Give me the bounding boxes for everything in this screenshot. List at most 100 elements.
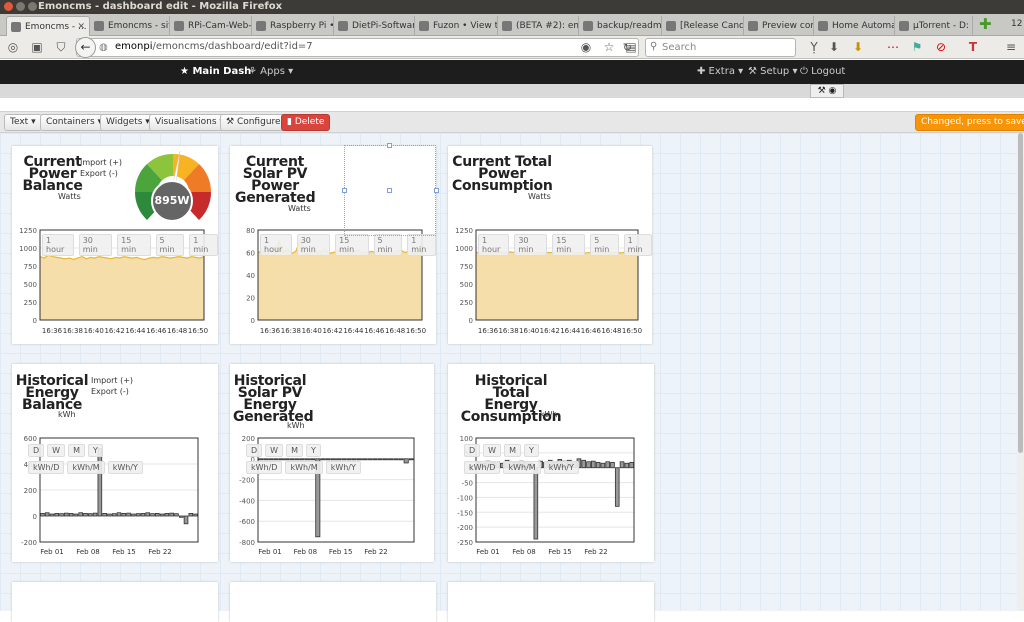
browser-tab[interactable]: Emoncms - site... — [90, 16, 170, 36]
page-scrollbar-thumb[interactable] — [1018, 133, 1023, 453]
period-button[interactable]: M — [504, 444, 521, 457]
window-close-button[interactable] — [4, 2, 13, 11]
text-menu-button[interactable]: Text ▾ — [4, 114, 42, 131]
panel-historical-solar-pv[interactable]: Historical Solar PV Energy Generated kWh -8… — [230, 364, 434, 562]
window-minimize-button[interactable] — [16, 2, 25, 11]
unit-button[interactable]: kWh/D — [246, 461, 283, 474]
range-button[interactable]: 1 hour — [42, 234, 74, 256]
panel-row3-1[interactable] — [12, 582, 218, 622]
window-maximize-button[interactable] — [28, 2, 37, 11]
browser-tab[interactable]: RPi-Cam-Web-I... — [170, 16, 252, 36]
period-button[interactable]: D — [246, 444, 263, 457]
addon-badge-icon[interactable]: ⚑ — [910, 40, 924, 54]
browser-tab[interactable]: µTorrent - D: 4... — [895, 16, 973, 36]
range-button[interactable]: 30 min — [514, 234, 548, 256]
panel-current-power-balance[interactable]: Current Power Balance Watts Import (+) Expo… — [12, 146, 218, 344]
clipboard-icon[interactable]: ▤ — [624, 40, 638, 54]
panel-row3-3[interactable] — [448, 582, 654, 622]
range-button[interactable]: 1 min — [189, 234, 218, 256]
resize-handle[interactable] — [387, 188, 392, 193]
range-button[interactable]: 5 min — [590, 234, 619, 256]
widgets-menu-button[interactable]: Widgets ▾ — [100, 114, 156, 131]
period-button[interactable]: W — [483, 444, 502, 457]
range-button[interactable]: 1 hour — [260, 234, 292, 256]
search-input[interactable]: ⚲ Search — [645, 38, 796, 57]
panel-current-total-power[interactable]: Current Total Power Consumption Watts 0 250… — [448, 146, 652, 344]
chart-heb[interactable]: -2000200400600Feb 01Feb 08Feb 15Feb 22DW… — [12, 434, 218, 562]
adblock-icon[interactable]: ⊘ — [934, 40, 948, 54]
chart-ctpc[interactable]: 0 250 500 750 1000 1250 16:36 16:38 16:40 16:42 16… — [448, 226, 652, 344]
chart-htec[interactable]: -250-200-150-100-50050100Feb 01Feb 08Feb… — [448, 434, 654, 562]
save-button[interactable]: Changed, press to save — [915, 114, 1024, 131]
browser-tab[interactable]: DietPi-Softwar... — [334, 16, 415, 36]
delete-button[interactable]: ▮ Delete — [281, 114, 331, 131]
browser-tab[interactable]: Preview comm... — [744, 16, 814, 36]
period-button[interactable]: W — [265, 444, 284, 457]
period-button[interactable]: D — [464, 444, 481, 457]
unit-button[interactable]: kWh/M — [285, 461, 323, 474]
panel-historical-total-energy[interactable]: Historical Total Energy Consumption kWh -2… — [448, 364, 654, 562]
edit-view-toggle[interactable]: ⚒ ◉ — [810, 84, 844, 98]
period-button[interactable]: D — [28, 444, 45, 457]
containers-menu-button[interactable]: Containers ▾ — [40, 114, 109, 131]
period-button[interactable]: W — [47, 444, 66, 457]
period-button[interactable]: Y — [88, 444, 103, 457]
range-button[interactable]: 15 min — [117, 234, 151, 256]
unit-button[interactable]: kWh/Y — [325, 461, 361, 474]
resize-handle[interactable] — [387, 143, 392, 148]
new-tab-button[interactable]: ✚ — [979, 17, 993, 32]
browser-tab[interactable]: (BETA #2): em... — [498, 16, 579, 36]
nav-apps[interactable]: ⚘ Apps ▾ — [248, 66, 293, 77]
browser-tab[interactable]: Emoncms - ... ✕ — [6, 16, 90, 36]
wrench-icon[interactable]: ⚒ — [818, 86, 826, 96]
chart-cspv[interactable]: 0 20 40 60 80 16:36 16:38 16:40 16:42 16:44 16:46 1… — [230, 226, 436, 344]
nav-main-dash[interactable]: ★ Main Dash — [180, 66, 251, 77]
addon-counter-icon[interactable]: ⋯ — [886, 40, 900, 54]
tab-close-icon[interactable]: ✕ — [77, 17, 85, 36]
download-icon[interactable]: ⬇ — [827, 40, 841, 54]
toolbar-addon-icon[interactable]: Ỵ — [807, 40, 821, 54]
range-button[interactable]: 15 min — [552, 234, 586, 256]
reader-icon[interactable]: ◉ — [579, 40, 593, 54]
unit-button[interactable]: kWh/M — [503, 461, 541, 474]
browser-tab[interactable]: Home Automat... — [814, 16, 895, 36]
browser-tab[interactable]: [Release Candi... — [662, 16, 744, 36]
panel-historical-energy-balance[interactable]: Historical Energy Balance kWh Import (+) Ex… — [12, 364, 218, 562]
range-button[interactable]: 1 hour — [478, 234, 510, 256]
unit-button[interactable]: kWh/Y — [107, 461, 143, 474]
shield-icon[interactable]: ⛉ — [54, 40, 68, 54]
resize-handle[interactable] — [342, 188, 347, 193]
range-button[interactable]: 1 min — [623, 234, 652, 256]
back-button[interactable]: ← — [75, 37, 96, 58]
visualisations-menu-button[interactable]: Visualisations ▾ — [149, 114, 230, 131]
panel-row3-2[interactable] — [230, 582, 436, 622]
configure-button[interactable]: ⚒ Configure — [220, 114, 287, 131]
range-button[interactable]: 30 min — [296, 234, 331, 256]
range-button[interactable]: 1 min — [407, 234, 436, 256]
nav-extra[interactable]: ✚ Extra ▾ — [697, 66, 743, 77]
unit-button[interactable]: kWh/D — [28, 461, 65, 474]
eye-icon[interactable]: ◉ — [829, 86, 837, 96]
menu-icon[interactable]: ≡ — [1004, 40, 1018, 54]
mask-icon[interactable]: ◎ — [6, 40, 20, 54]
period-button[interactable]: M — [286, 444, 303, 457]
nav-setup[interactable]: ⚒ Setup ▾ — [748, 66, 797, 77]
range-button[interactable]: 5 min — [155, 234, 185, 256]
period-button[interactable]: M — [68, 444, 85, 457]
resize-handle[interactable] — [434, 188, 439, 193]
browser-tab[interactable]: Fuzon • View t... — [415, 16, 498, 36]
downloader-addon-icon[interactable]: ⬇ — [851, 40, 865, 54]
browser-tab[interactable]: backup/readm... — [579, 16, 662, 36]
bookmark-star-icon[interactable]: ☆ — [602, 40, 616, 54]
period-button[interactable]: Y — [306, 444, 321, 457]
addon-icon[interactable]: ▣ — [30, 40, 44, 54]
chart-cpb[interactable]: 0 250 500 750 1000 1250 16:36 16:38 16:40 16:42 16… — [12, 226, 218, 344]
nav-logout[interactable]: ⏻ Logout — [800, 66, 845, 77]
range-button[interactable]: 5 min — [373, 234, 403, 256]
unit-button[interactable]: kWh/D — [464, 461, 501, 474]
url-bar[interactable]: ← ◍ emonpi/emoncms/dashboard/edit?id=7 ↻ — [75, 37, 639, 58]
unit-button[interactable]: kWh/Y — [543, 461, 579, 474]
range-button[interactable]: 15 min — [335, 234, 369, 256]
browser-tab[interactable]: Raspberry Pi • ... — [252, 16, 334, 36]
unit-button[interactable]: kWh/M — [67, 461, 105, 474]
